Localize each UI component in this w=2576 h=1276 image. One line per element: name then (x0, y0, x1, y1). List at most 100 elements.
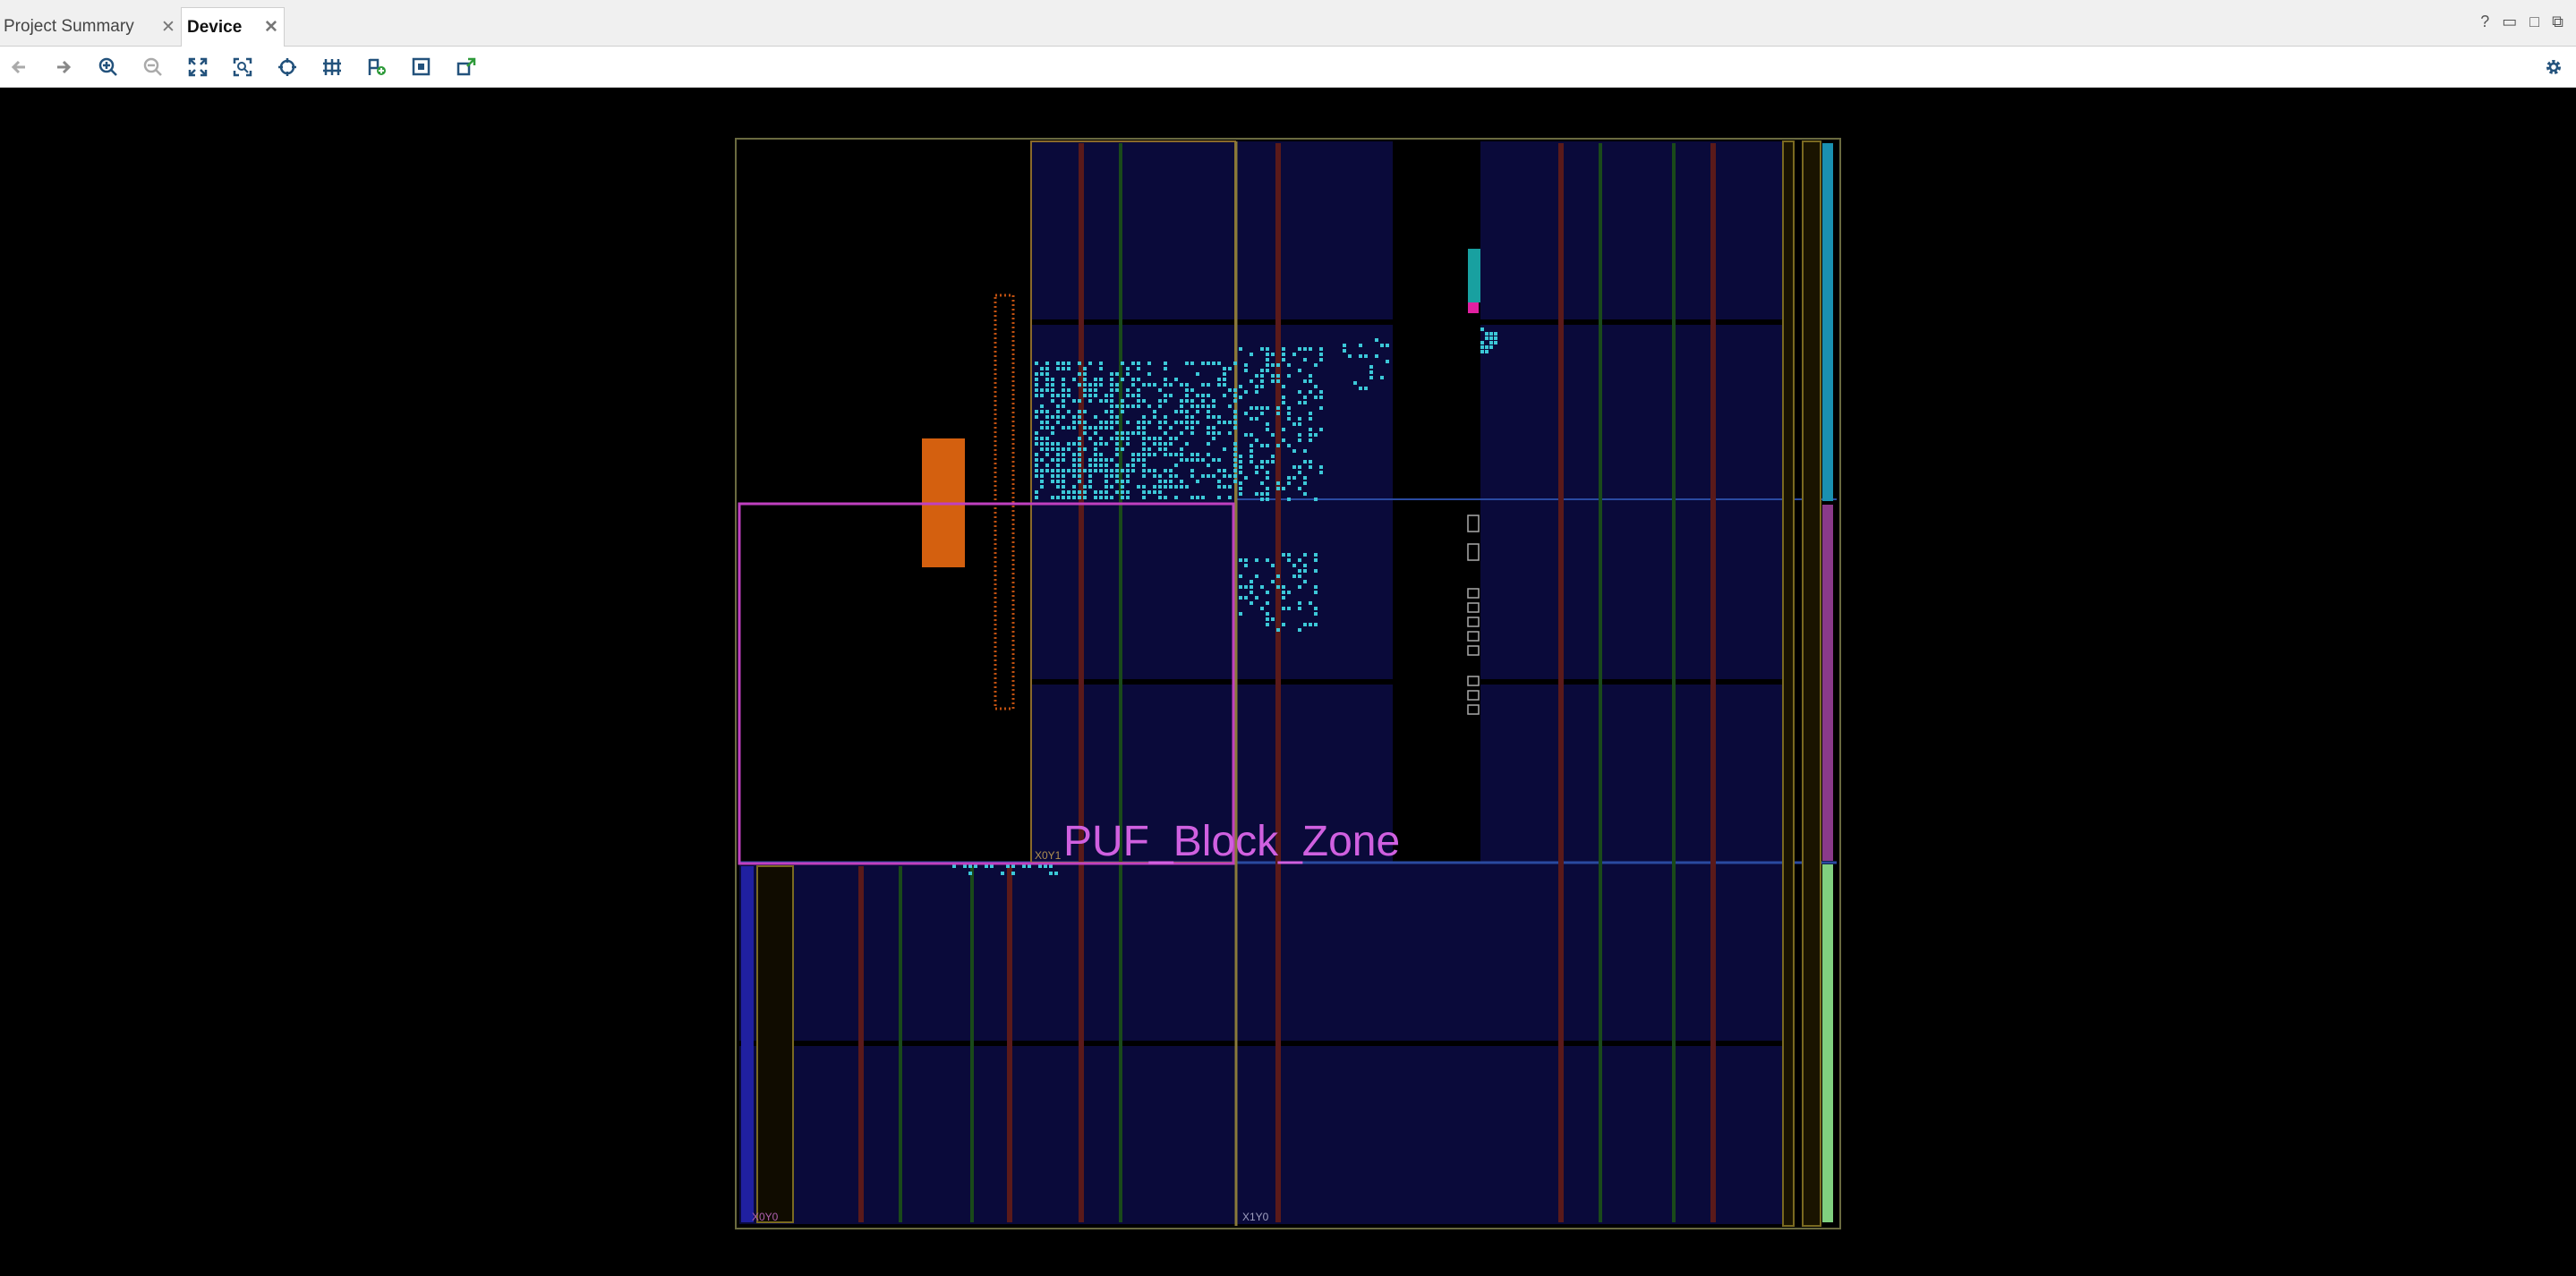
placed-cell (1056, 485, 1060, 489)
add-pblock-button[interactable] (363, 54, 390, 81)
placed-cell (1078, 399, 1081, 403)
placed-cell (1062, 399, 1065, 403)
placed-cell (1276, 406, 1280, 410)
forward-icon (57, 60, 72, 74)
placed-cell (1072, 421, 1076, 424)
help-icon[interactable]: ? (2480, 13, 2489, 31)
placed-cell (1217, 458, 1221, 462)
zoom-out-button[interactable] (140, 54, 166, 81)
placed-cell (1137, 453, 1140, 456)
placed-cell (1099, 426, 1103, 430)
placed-cell (1040, 458, 1044, 462)
placed-cell (1051, 383, 1054, 387)
routing-resources-button[interactable] (319, 54, 345, 81)
placed-cell (1260, 412, 1264, 415)
placed-cell (1271, 580, 1275, 583)
placed-cell (1228, 485, 1232, 489)
placed-cell (1164, 394, 1167, 397)
placed-cell (1110, 394, 1113, 397)
placed-cell (1185, 399, 1189, 403)
placed-cell (1228, 496, 1232, 499)
placed-cell (1266, 358, 1269, 362)
close-icon[interactable]: ✕ (161, 17, 175, 38)
placed-cell (1233, 442, 1237, 446)
device-view[interactable]: PUF_Block_Zone X0Y1 X0Y0 X1Y0 (0, 88, 2576, 1276)
placed-cell (1292, 564, 1296, 567)
placed-cell (1185, 388, 1189, 392)
add-pblock-icon (368, 58, 386, 75)
forward-button[interactable] (50, 54, 77, 81)
placed-cell (1110, 458, 1113, 462)
placed-cell (1035, 410, 1038, 413)
placed-cell (1489, 341, 1493, 345)
placed-cell (1164, 383, 1167, 387)
placed-cell (1121, 362, 1124, 365)
placed-cell (1375, 354, 1378, 358)
zoom-fit-button[interactable] (184, 54, 211, 81)
placed-cell (1099, 458, 1103, 462)
tab-project-summary[interactable]: Project Summary ✕ (0, 7, 179, 47)
placed-cell (1319, 353, 1323, 356)
placed-cell (1056, 362, 1060, 365)
placed-cell (1255, 385, 1258, 388)
placed-cell (1094, 490, 1097, 494)
placed-cell (1364, 354, 1368, 358)
placed-cell (1319, 347, 1323, 351)
placed-cell (1142, 383, 1146, 387)
placed-cell (1067, 496, 1070, 499)
placed-cell (1196, 372, 1199, 376)
placed-cell (1303, 492, 1307, 496)
placed-cell (1314, 396, 1318, 399)
placed-cell (1035, 362, 1038, 365)
placed-cell (1164, 480, 1167, 483)
placed-cell (1380, 344, 1384, 347)
placed-cell (1126, 431, 1130, 435)
placed-cell (1105, 426, 1108, 430)
placed-cell (1217, 378, 1221, 381)
placed-cell (1147, 490, 1151, 494)
placed-cell (1169, 485, 1173, 489)
placed-cell (1051, 447, 1054, 451)
placed-cell (1196, 496, 1199, 499)
placed-cell (1260, 465, 1264, 469)
maximize-icon[interactable]: □ (2529, 13, 2539, 31)
placed-cell (1142, 415, 1146, 419)
placed-cell (1359, 387, 1362, 390)
zoom-in-button[interactable] (95, 54, 122, 81)
draw-region-button[interactable] (453, 54, 480, 81)
placed-cell (1196, 404, 1199, 408)
tab-device[interactable]: Device ✕ (181, 7, 285, 47)
placed-cell (1343, 344, 1346, 347)
placed-cell (1137, 426, 1140, 430)
device-floorplan[interactable]: PUF_Block_Zone X0Y1 X0Y0 X1Y0 (0, 88, 2576, 1276)
close-icon[interactable]: ✕ (264, 17, 278, 38)
placed-cell (1072, 496, 1076, 499)
special-cell-teal (1468, 249, 1480, 302)
placed-cell (1207, 394, 1210, 397)
placed-cell (1255, 471, 1258, 474)
zoom-selection-button[interactable] (229, 54, 256, 81)
draw-pblock-button[interactable] (408, 54, 435, 81)
placed-cell (1088, 458, 1092, 462)
placed-cell (1287, 363, 1291, 367)
placed-cell (1228, 367, 1232, 370)
placed-cell (1158, 442, 1162, 446)
placed-cell (1035, 388, 1038, 392)
placed-cell (1126, 474, 1130, 478)
restore-icon[interactable]: ▭ (2502, 13, 2517, 31)
tab-bar: Project Summary ✕ Device ✕ ? ▭ □ ⧉ (0, 0, 2576, 47)
placed-cell (1319, 428, 1323, 431)
settings-button[interactable] (2540, 54, 2567, 81)
float-icon[interactable]: ⧉ (2552, 13, 2563, 31)
placed-cell (1115, 464, 1119, 467)
back-button[interactable] (5, 54, 32, 81)
autofit-selection-button[interactable] (274, 54, 301, 81)
placed-cell (1298, 607, 1301, 610)
placed-cell (1298, 401, 1301, 404)
placed-cell (1049, 864, 1053, 868)
placed-cell (1088, 388, 1092, 392)
placed-cell (1083, 378, 1087, 381)
placed-cell (1056, 367, 1060, 370)
tab-label: Project Summary (4, 17, 134, 36)
placed-cell (1309, 390, 1312, 394)
